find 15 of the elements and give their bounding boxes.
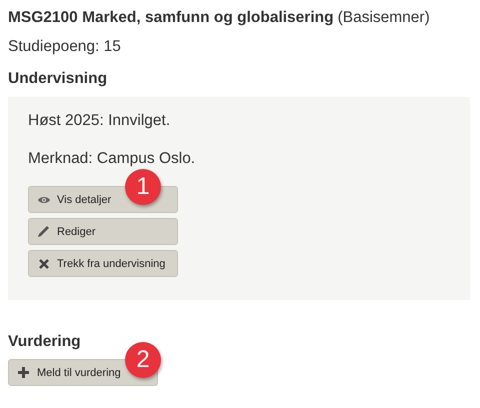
step-tooltip: 2: [125, 342, 161, 378]
edit-button[interactable]: Rediger: [28, 218, 178, 245]
credits-text: Studiepoeng: 15: [8, 37, 122, 56]
section-heading: Vurdering: [8, 332, 82, 351]
plus-icon: [18, 367, 29, 378]
step-tooltip: 1: [125, 169, 161, 205]
eye-icon: [38, 196, 50, 204]
status-text: Merknad: Campus Oslo.: [28, 150, 196, 167]
section-heading: Undervisning: [8, 69, 108, 88]
course-title: MSG2100 Marked, samfunn og globalisering: [8, 9, 334, 26]
withdraw-button[interactable]: Trekk fra undervisning: [28, 250, 178, 277]
status-text: Høst 2025: Innvilget.: [28, 112, 170, 129]
course-category: (Basisemner): [338, 9, 430, 26]
pencil-icon: [37, 225, 50, 238]
close-icon: [38, 258, 48, 268]
